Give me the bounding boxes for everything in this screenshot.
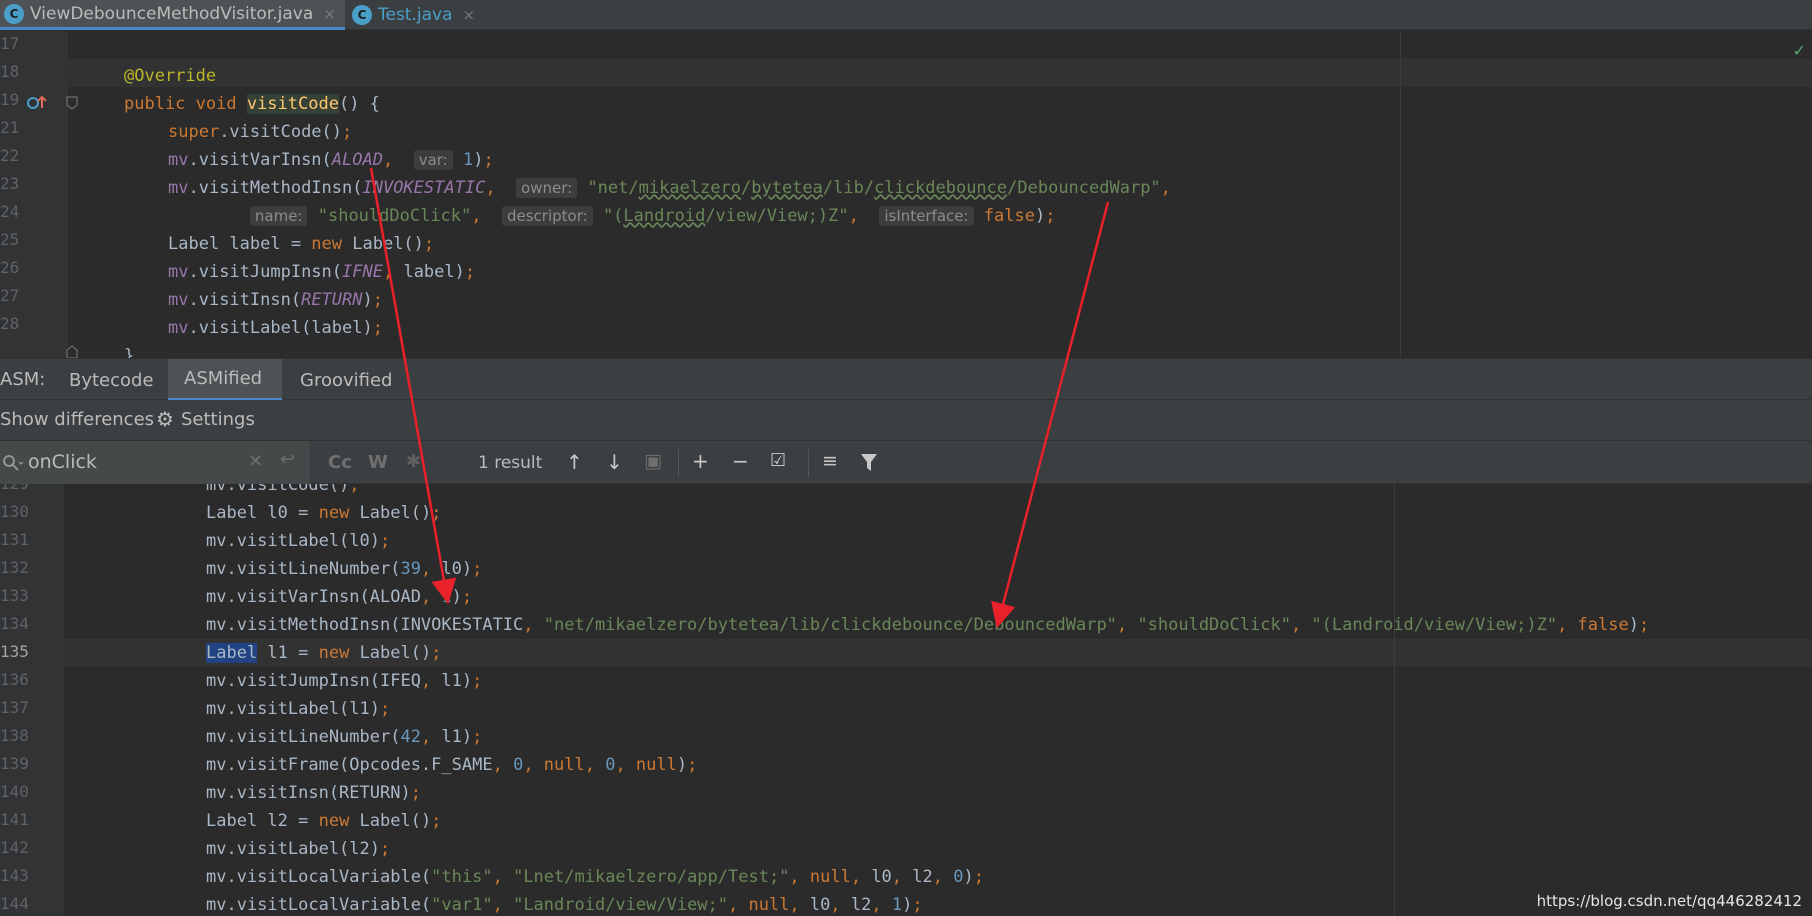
annotation-arrows: [369, 167, 1110, 629]
annotation-arrow-aload: [369, 167, 457, 605]
annotation-arrow-invokestatic: [991, 201, 1110, 629]
watermark-url: https://blog.csdn.net/qq446282412: [1536, 892, 1802, 910]
